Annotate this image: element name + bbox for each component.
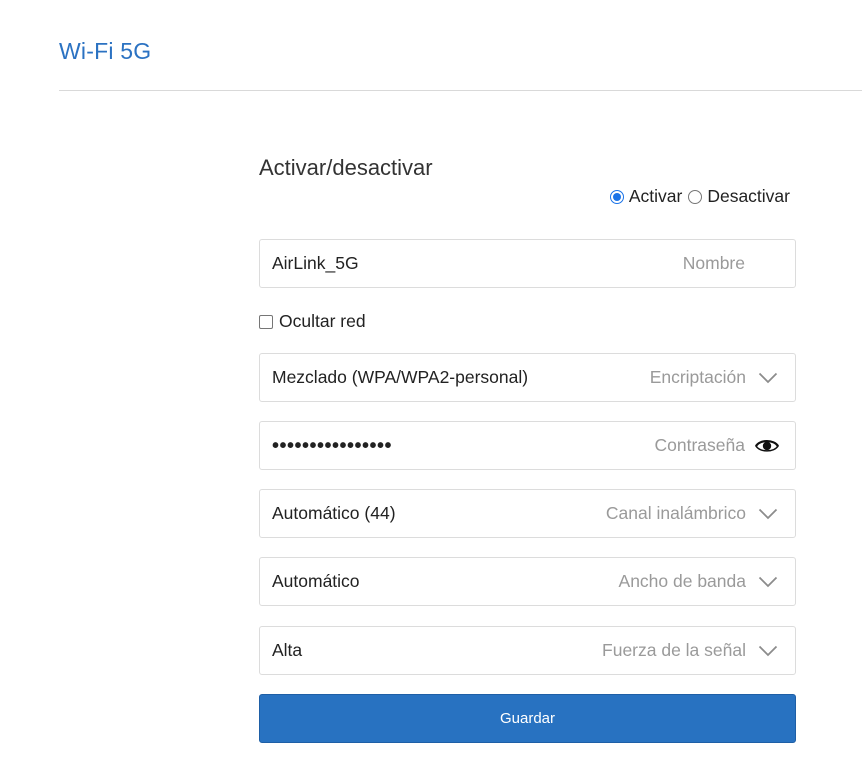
chevron-down-icon[interactable] [757,640,779,662]
password-value[interactable]: •••••••••••••••• [272,436,655,456]
bandwidth-value: Automático [272,571,360,591]
channel-select[interactable]: Automático (44) Canal inalámbrico [259,489,796,538]
signal-strength-hint: Fuerza de la señal [602,640,746,660]
page-title: Wi-Fi 5G [59,38,152,64]
password-hint: Contraseña [654,435,745,455]
header-divider [59,90,862,91]
eye-icon[interactable] [755,436,779,456]
encryption-select[interactable]: Mezclado (WPA/WPA2-personal) Encriptació… [259,353,796,402]
section-title: Activar/desactivar [259,155,433,180]
hide-network-label[interactable]: Ocultar red [279,311,366,332]
ssid-value[interactable]: AirLink_5G [272,253,683,274]
hide-network-checkbox[interactable] [259,314,273,329]
channel-value: Automático (44) [272,503,396,523]
channel-hint: Canal inalámbrico [605,503,746,523]
signal-strength-value: Alta [272,640,303,660]
ssid-hint: Nombre [682,253,745,273]
encryption-hint: Encriptación [649,367,746,387]
enable-radio-group: Activar Desactivar [609,186,796,207]
chevron-down-icon[interactable] [757,503,779,525]
radio-desactivar-label[interactable]: Desactivar [707,186,790,207]
save-button[interactable]: Guardar [259,694,796,743]
bandwidth-hint: Ancho de banda [618,571,746,591]
encryption-value: Mezclado (WPA/WPA2-personal) [272,367,529,387]
ssid-field[interactable]: AirLink_5G Nombre [259,239,796,288]
radio-activar-label[interactable]: Activar [629,186,682,207]
radio-activar[interactable] [609,189,624,204]
chevron-down-icon[interactable] [757,571,779,593]
password-field[interactable]: •••••••••••••••• Contraseña [259,421,796,470]
bandwidth-select[interactable]: Automático Ancho de banda [259,557,796,606]
radio-desactivar[interactable] [688,189,703,204]
hide-network-row: Ocultar red [259,311,366,332]
signal-strength-select[interactable]: Alta Fuerza de la señal [259,626,796,675]
chevron-down-icon[interactable] [757,367,779,389]
